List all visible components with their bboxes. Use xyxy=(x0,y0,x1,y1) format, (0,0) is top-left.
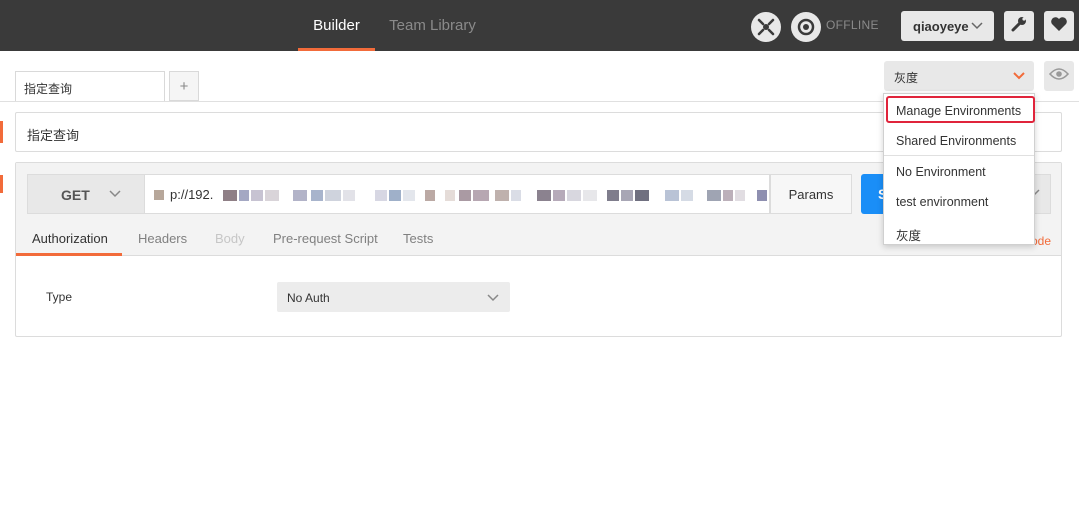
blurred-text xyxy=(343,190,355,201)
auth-type-label: Type xyxy=(46,290,73,304)
blurred-text xyxy=(473,190,489,201)
blurred-text xyxy=(311,190,323,201)
chevron-down-icon xyxy=(486,291,500,308)
blurred-text xyxy=(403,190,415,201)
annotation-highlight-box xyxy=(886,96,1035,123)
active-tab-indicator xyxy=(16,253,122,256)
tab-tests[interactable]: Tests xyxy=(403,231,433,246)
tab-builder[interactable]: Builder xyxy=(298,0,375,51)
blurred-text xyxy=(445,190,455,201)
tab-authorization[interactable]: Authorization xyxy=(32,231,108,246)
tab-headers[interactable]: Headers xyxy=(138,231,187,246)
blurred-text xyxy=(251,190,263,201)
blurred-text xyxy=(723,190,733,201)
blurred-text xyxy=(635,190,649,201)
blurred-text xyxy=(607,190,619,201)
blurred-text xyxy=(293,190,307,201)
blurred-text xyxy=(567,190,581,201)
tab-body: Body xyxy=(215,231,245,246)
add-tab-button[interactable]: + xyxy=(169,71,199,101)
url-input[interactable]: p://192. xyxy=(144,174,770,214)
tab-pre-request-script[interactable]: Pre-request Script xyxy=(273,231,378,246)
menu-item-grayscale[interactable]: 灰度 xyxy=(884,217,1034,247)
params-button[interactable]: Params xyxy=(770,174,852,214)
blurred-text xyxy=(223,190,237,201)
blurred-text xyxy=(459,190,471,201)
eye-icon xyxy=(1048,67,1070,86)
sidebar-edge-accent xyxy=(0,121,3,143)
url-text: p://192. xyxy=(170,187,214,202)
heart-icon xyxy=(1050,16,1068,37)
blurred-text xyxy=(389,190,401,201)
offline-status-label: OFFLINE xyxy=(826,18,879,32)
sync-icon[interactable] xyxy=(751,12,781,42)
blurred-text xyxy=(239,190,249,201)
blurred-text xyxy=(757,190,767,201)
blurred-text xyxy=(553,190,565,201)
blurred-text xyxy=(375,190,387,201)
method-label: GET xyxy=(61,187,90,203)
blurred-text xyxy=(511,190,521,201)
blurred-text xyxy=(154,190,164,200)
chevron-down-icon xyxy=(1012,69,1026,86)
blurred-text xyxy=(735,190,745,201)
auth-type-value: No Auth xyxy=(287,291,330,305)
user-menu-button[interactable]: qiaoyeye xyxy=(901,11,994,41)
username: qiaoyeye xyxy=(913,18,969,34)
blurred-text xyxy=(621,190,633,201)
request-tab[interactable]: 指定查询 xyxy=(15,71,165,102)
blurred-text xyxy=(495,190,509,201)
environment-select[interactable]: 灰度 xyxy=(884,61,1034,91)
blurred-text xyxy=(325,190,341,201)
menu-item-no-environment[interactable]: No Environment xyxy=(884,157,1034,187)
blurred-text xyxy=(665,190,679,201)
sidebar-edge-accent xyxy=(0,175,3,193)
blurred-text xyxy=(265,190,279,201)
blurred-text xyxy=(583,190,597,201)
environment-quick-look-button[interactable] xyxy=(1044,61,1074,91)
top-navigation-bar: Builder Team Library OFFLINE qiaoyeye xyxy=(0,0,1079,51)
blurred-text xyxy=(707,190,721,201)
favorite-button[interactable] xyxy=(1044,11,1074,41)
chevron-down-icon xyxy=(108,187,122,204)
blurred-text xyxy=(537,190,551,201)
settings-button[interactable] xyxy=(1004,11,1034,41)
chevron-down-icon xyxy=(970,19,984,36)
auth-type-select[interactable]: No Auth xyxy=(277,282,510,312)
tab-team-library[interactable]: Team Library xyxy=(385,0,480,51)
wrench-icon xyxy=(1010,15,1028,38)
menu-item-test-environment[interactable]: test environment xyxy=(884,187,1034,217)
environment-selected-label: 灰度 xyxy=(894,71,919,85)
menu-item-shared-environments[interactable]: Shared Environments xyxy=(884,126,1034,156)
blurred-text xyxy=(425,190,435,201)
method-select[interactable]: GET xyxy=(27,174,144,214)
menu-divider xyxy=(884,155,1034,156)
blurred-text xyxy=(681,190,693,201)
offline-icon xyxy=(791,12,821,42)
